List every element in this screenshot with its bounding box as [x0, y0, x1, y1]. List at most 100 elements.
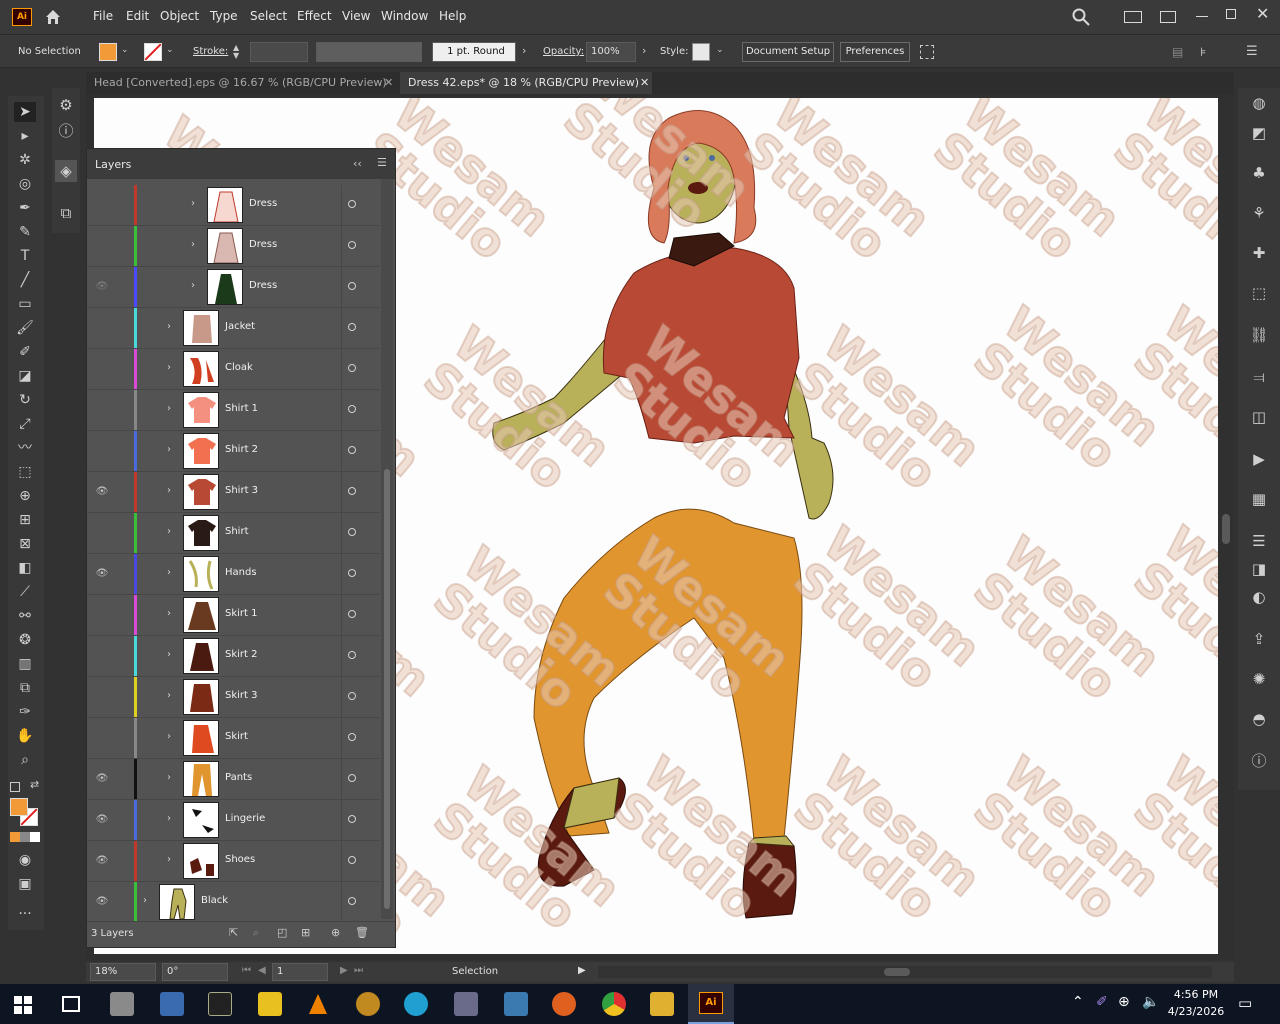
target-circle-icon[interactable] — [348, 446, 356, 454]
layer-row[interactable]: 👁 › Shoes — [87, 841, 379, 882]
visibility-toggle[interactable] — [95, 527, 109, 539]
gradient-swatch-icon[interactable]: ◨ — [1248, 558, 1270, 580]
gradient-tool-icon[interactable]: ◧ — [14, 558, 36, 578]
chrome-icon[interactable] — [602, 992, 626, 1016]
direct-selection-tool-icon[interactable]: ▸ — [14, 126, 36, 146]
color-guide-icon[interactable]: ◍ — [1248, 92, 1270, 114]
new-layer-icon[interactable]: ⊕ — [331, 926, 340, 939]
layer-name[interactable]: Skirt 3 — [225, 690, 258, 701]
free-transform-icon[interactable]: ⬚ — [14, 462, 36, 482]
expand-chevron-icon[interactable]: › — [167, 362, 177, 374]
trash-icon[interactable]: 🗑 — [355, 926, 369, 939]
shaper-tool-icon[interactable]: ✐ — [14, 342, 36, 362]
eye-icon[interactable]: 👁 — [95, 855, 109, 867]
layer-name[interactable]: Cloak — [225, 362, 253, 373]
app-icon-8[interactable] — [454, 992, 478, 1016]
info-icon[interactable]: ⓘ — [55, 120, 77, 142]
fill-swatch[interactable] — [99, 43, 117, 61]
eye-icon[interactable]: 👁 — [95, 773, 109, 785]
target-circle-icon[interactable] — [348, 610, 356, 618]
warp-tool-icon[interactable]: 〰 — [14, 438, 36, 458]
file-explorer-icon[interactable] — [650, 992, 674, 1016]
layer-row[interactable]: 👁 › Lingerie — [87, 800, 379, 841]
brushes-icon[interactable]: ⚘ — [1248, 202, 1270, 224]
rotation-select[interactable]: 0° — [162, 963, 228, 981]
graphic-style-swatch[interactable] — [692, 43, 710, 61]
layer-name[interactable]: Black — [201, 895, 228, 906]
firefox-icon[interactable] — [552, 992, 576, 1016]
target-circle-icon[interactable] — [348, 241, 356, 249]
brush-definition[interactable]: 1 pt. Round — [432, 42, 516, 62]
document-info-icon[interactable]: ⓘ — [1248, 750, 1270, 772]
target-circle-icon[interactable] — [348, 405, 356, 413]
vertical-scrollbar[interactable] — [1222, 514, 1230, 544]
layer-row[interactable]: › Skirt 2 — [87, 636, 379, 677]
expand-chevron-icon[interactable]: › — [167, 731, 177, 743]
layer-name[interactable]: Hands — [225, 567, 257, 578]
eye-icon[interactable]: 👁 — [95, 281, 109, 293]
preferences-button[interactable]: Preferences — [840, 42, 910, 62]
target-circle-icon[interactable] — [348, 815, 356, 823]
opacity-input[interactable]: 100% — [586, 42, 636, 62]
menu-type[interactable]: Type — [210, 9, 238, 23]
clipping-mask-icon[interactable]: ◰ — [277, 926, 287, 939]
expand-chevron-icon[interactable]: › — [167, 854, 177, 866]
player-icon[interactable] — [258, 992, 282, 1016]
clock-time[interactable]: 4:56 PM — [1170, 988, 1222, 1001]
workspace-icon[interactable] — [1124, 11, 1142, 23]
layer-row[interactable]: › Jacket — [87, 308, 379, 349]
layer-row[interactable]: › Shirt 1 — [87, 390, 379, 431]
line-tool-icon[interactable]: ╱ — [14, 270, 36, 290]
first-artboard-icon[interactable]: ⏮ — [242, 965, 251, 976]
layer-name[interactable]: Skirt 1 — [225, 608, 258, 619]
visibility-toggle[interactable] — [95, 404, 109, 416]
layer-row[interactable]: › Skirt 3 — [87, 677, 379, 718]
layer-name[interactable]: Skirt 2 — [225, 649, 258, 660]
chevron-down-icon[interactable]: ⌄ — [121, 45, 129, 55]
search-icon[interactable] — [1072, 8, 1090, 26]
tab-head[interactable]: Head [Converted].eps @ 16.67 % (RGB/CPU … — [86, 72, 396, 94]
layer-row[interactable]: 👁 › Dress — [87, 267, 379, 308]
lasso-icon[interactable]: ◎ — [14, 174, 36, 194]
layer-row[interactable]: › Dress — [87, 226, 379, 267]
windows-start-icon[interactable] — [14, 996, 32, 1014]
visibility-toggle[interactable] — [95, 732, 109, 744]
layer-name[interactable]: Shirt — [225, 526, 249, 537]
locate-object-icon[interactable]: ⌕ — [253, 926, 259, 940]
align-icon[interactable]: ▤ — [1172, 45, 1183, 59]
layer-row[interactable]: 👁 › Hands — [87, 554, 379, 595]
layer-row[interactable]: › Skirt 1 — [87, 595, 379, 636]
artboard-number-input[interactable]: 1 — [272, 963, 328, 981]
next-artboard-icon[interactable]: ▶ — [340, 965, 348, 976]
expand-chevron-icon[interactable]: › — [167, 321, 177, 333]
links-icon[interactable]: ⛓ — [1248, 324, 1270, 346]
expand-chevron-icon[interactable]: › — [167, 444, 177, 456]
minimize-icon[interactable] — [1196, 16, 1208, 17]
layer-name[interactable]: Shirt 2 — [225, 444, 258, 455]
visibility-toggle[interactable] — [95, 363, 109, 375]
layer-row[interactable]: 👁 › Pants — [87, 759, 379, 800]
appearance-icon[interactable]: ✺ — [1248, 668, 1270, 690]
expand-chevron-icon[interactable]: › — [167, 813, 177, 825]
pathfinder-icon[interactable]: ◫ — [1248, 406, 1270, 428]
expand-chevron-icon[interactable]: › — [167, 485, 177, 497]
new-sublayer-icon[interactable]: ⊞ — [301, 926, 310, 939]
expand-chevron-icon[interactable]: › — [143, 895, 153, 907]
expand-chevron-icon[interactable]: › — [191, 239, 201, 251]
app-icon-7[interactable] — [404, 992, 428, 1016]
chevron-down-icon[interactable]: ⌄ — [716, 45, 724, 55]
stroke-stepper[interactable]: ▲ ▼ — [233, 44, 245, 62]
expand-chevron-icon[interactable]: › — [167, 608, 177, 620]
expand-chevron-icon[interactable]: › — [191, 198, 201, 210]
home-icon[interactable] — [44, 8, 62, 26]
previous-artboard-icon[interactable]: ◀ — [258, 965, 266, 976]
maximize-icon[interactable] — [1226, 9, 1236, 19]
eraser-icon[interactable]: ◪ — [14, 366, 36, 386]
export-asset-icon[interactable]: ⇱ — [229, 926, 238, 939]
menu-edit[interactable]: Edit — [126, 9, 149, 23]
puppet-warp-icon[interactable]: ✚ — [1248, 242, 1270, 264]
target-circle-icon[interactable] — [348, 897, 356, 905]
menu-file[interactable]: File — [93, 9, 113, 23]
artboard-tool-icon[interactable]: ⧉ — [14, 678, 36, 698]
volume-icon[interactable]: 🔈 — [1142, 994, 1159, 1010]
